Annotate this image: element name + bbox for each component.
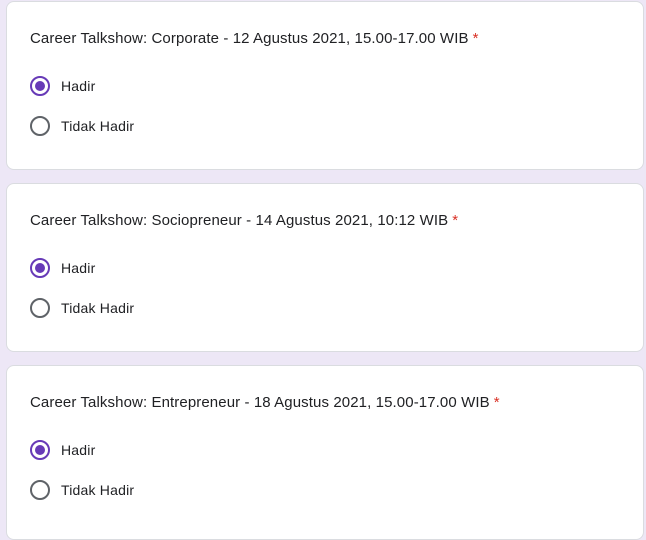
question-card-corporate: Career Talkshow: Corporate - 12 Agustus … (6, 1, 644, 170)
option-tidak-hadir[interactable]: Tidak Hadir (30, 115, 134, 137)
radio-checked-icon[interactable] (30, 76, 50, 96)
option-label: Hadir (61, 442, 96, 458)
option-label: Tidak Hadir (61, 118, 135, 134)
question-title-text: Career Talkshow: Entrepreneur - 18 Agust… (30, 394, 490, 411)
option-tidak-hadir[interactable]: Tidak Hadir (30, 297, 134, 319)
option-label: Tidak Hadir (61, 300, 135, 316)
radio-checked-icon[interactable] (30, 440, 50, 460)
question-title-text: Career Talkshow: Corporate - 12 Agustus … (30, 30, 469, 47)
option-hadir[interactable]: Hadir (30, 439, 95, 461)
option-tidak-hadir[interactable]: Tidak Hadir (30, 479, 134, 501)
question-card-entrepreneur: Career Talkshow: Entrepreneur - 18 Agust… (6, 365, 644, 540)
question-title: Career Talkshow: Sociopreneur - 14 Agust… (30, 212, 458, 229)
radio-unchecked-icon[interactable] (30, 298, 50, 318)
option-hadir[interactable]: Hadir (30, 257, 95, 279)
required-asterisk: * (472, 30, 479, 47)
radio-unchecked-icon[interactable] (30, 480, 50, 500)
required-asterisk: * (452, 212, 459, 229)
question-title: Career Talkshow: Corporate - 12 Agustus … (30, 30, 479, 47)
question-title: Career Talkshow: Entrepreneur - 18 Agust… (30, 394, 500, 411)
question-card-sociopreneur: Career Talkshow: Sociopreneur - 14 Agust… (6, 183, 644, 352)
option-label: Tidak Hadir (61, 482, 135, 498)
question-title-text: Career Talkshow: Sociopreneur - 14 Agust… (30, 212, 449, 229)
radio-unchecked-icon[interactable] (30, 116, 50, 136)
option-label: Hadir (61, 78, 96, 94)
option-hadir[interactable]: Hadir (30, 75, 95, 97)
required-asterisk: * (493, 394, 500, 411)
radio-checked-icon[interactable] (30, 258, 50, 278)
option-label: Hadir (61, 260, 96, 276)
